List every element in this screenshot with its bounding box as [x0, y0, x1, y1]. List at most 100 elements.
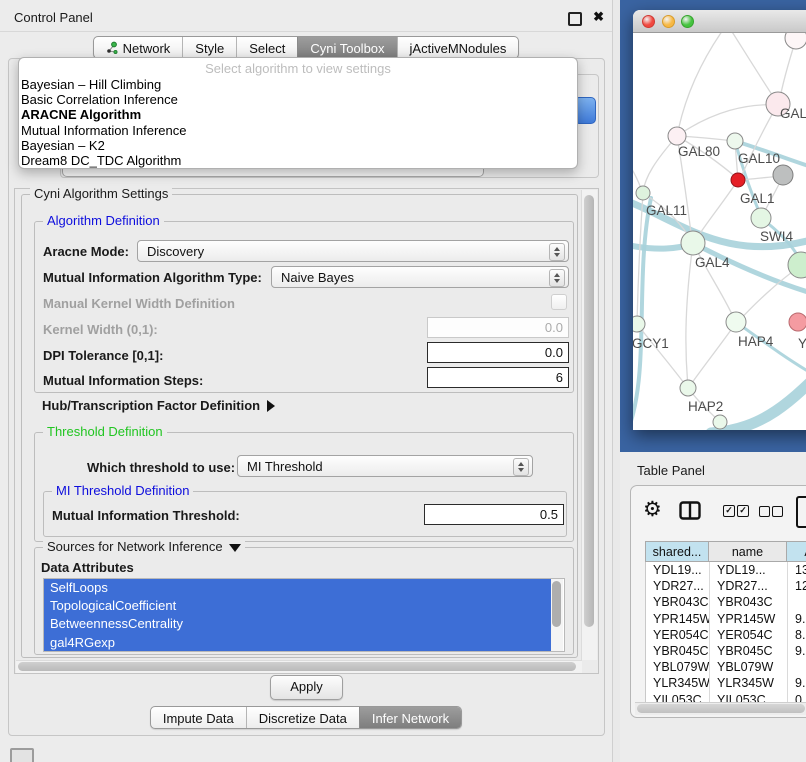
table-cell: [788, 594, 806, 610]
table-row[interactable]: YDR27...YDR27...12: [646, 578, 806, 594]
table-cell: 9.: [788, 611, 806, 627]
mi-steps-field[interactable]: [427, 367, 569, 388]
network-node-label: GAL4: [695, 255, 730, 270]
settings-vscroll-thumb[interactable]: [584, 195, 594, 627]
mi-threshold-field[interactable]: [424, 504, 564, 525]
column-header-name[interactable]: name: [709, 541, 787, 562]
tab-discretize-data[interactable]: Discretize Data: [246, 707, 359, 728]
unchecked-checkbox-icon[interactable]: [772, 506, 783, 517]
network-node[interactable]: [785, 33, 806, 49]
settings-hscroll-thumb[interactable]: [18, 662, 576, 671]
table-row[interactable]: YBR043CYBR043C: [646, 594, 806, 610]
algorithm-option-mutual-information-inference[interactable]: Mutual Information Inference: [19, 123, 577, 138]
tab-network[interactable]: Network: [94, 37, 183, 58]
table-hscroll-thumb[interactable]: [637, 704, 805, 713]
stepper-icon[interactable]: [549, 269, 565, 287]
mi-algorithm-type-label: Mutual Information Algorithm Type:: [43, 270, 262, 285]
table-cell: YDL19...: [710, 562, 788, 578]
minimize-traffic-button[interactable]: [662, 15, 675, 28]
dpi-tolerance-field[interactable]: [427, 342, 569, 363]
tab-impute-data[interactable]: Impute Data: [151, 707, 246, 728]
network-node[interactable]: [788, 252, 806, 278]
expanded-arrow-icon: [229, 544, 241, 552]
network-node-label: HAP2: [688, 399, 723, 414]
column-header-a[interactable]: A: [787, 541, 806, 562]
table-panel: Table Panel ⚙ ✓ ✓ shared...nameA YDL19..…: [620, 452, 806, 762]
mi-algorithm-type-select[interactable]: Naive Bayes: [271, 266, 569, 288]
checked-checkbox-icon[interactable]: ✓: [737, 505, 749, 517]
stepper-icon[interactable]: [513, 458, 529, 476]
network-window[interactable]: GALGAL80GAL10GAL1GAL11SWI4GAL4GCY1HAP4YH…: [633, 10, 806, 430]
sources-group: Sources for Network Inference Data Attri…: [34, 547, 574, 655]
network-node[interactable]: [668, 127, 686, 145]
stepper-icon[interactable]: [549, 243, 565, 261]
node-table: shared...nameA YDL19...YDL19...13YDR27..…: [645, 541, 806, 708]
algorithm-option-basic-correlation-inference[interactable]: Basic Correlation Inference: [19, 92, 577, 107]
zoom-traffic-button[interactable]: [681, 15, 694, 28]
table-row[interactable]: YPR145WYPR145W9.: [646, 611, 806, 627]
network-node[interactable]: [726, 312, 746, 332]
tab-style[interactable]: Style: [182, 37, 236, 58]
close-traffic-button[interactable]: [642, 15, 655, 28]
table-cell: 13: [788, 562, 806, 578]
network-node[interactable]: [751, 208, 771, 228]
float-panel-icon[interactable]: [568, 12, 582, 26]
apply-button[interactable]: Apply: [270, 675, 343, 700]
table-row[interactable]: YER054CYER054C8.: [646, 627, 806, 643]
columns-icon[interactable]: [679, 501, 701, 524]
aracne-mode-select[interactable]: Discovery: [137, 240, 569, 262]
checked-checkbox-icon[interactable]: ✓: [723, 505, 735, 517]
cyni-algorithm-settings-title: Cyni Algorithm Settings: [30, 186, 172, 201]
hub-transcription-factor-expander[interactable]: Hub/Transcription Factor Definition: [42, 398, 275, 413]
gear-icon[interactable]: ⚙: [643, 497, 662, 522]
network-node[interactable]: [727, 133, 743, 149]
table-row[interactable]: YLR345WYLR345W9.: [646, 675, 806, 691]
attribute-item-selfloops[interactable]: SelfLoops: [44, 579, 551, 597]
document-icon[interactable]: [796, 496, 806, 528]
attribute-item-betweennesscentrality[interactable]: BetweennessCentrality: [44, 615, 551, 633]
settings-horizontal-scrollbar: [16, 660, 582, 673]
network-node[interactable]: [681, 231, 705, 255]
control-panel-titlebar[interactable]: Control Panel ✖: [0, 5, 612, 32]
close-panel-icon[interactable]: ✖: [593, 9, 604, 25]
collapsed-panel-icon[interactable]: [10, 748, 34, 762]
algorithm-option-dream8-dc-tdc-algorithm[interactable]: Dream8 DC_TDC Algorithm: [19, 153, 577, 168]
network-node[interactable]: [789, 313, 806, 331]
attribute-item-topologicalcoefficient[interactable]: TopologicalCoefficient: [44, 597, 551, 615]
tab-jactivemnodules[interactable]: jActiveMNodules: [397, 37, 519, 58]
unchecked-checkbox-icon[interactable]: [759, 506, 770, 517]
table-row[interactable]: YDL19...YDL19...13: [646, 562, 806, 578]
tab-cyni-toolbox[interactable]: Cyni Toolbox: [297, 37, 396, 58]
algorithm-option-bayesian-hill-climbing[interactable]: Bayesian – Hill Climbing: [19, 77, 577, 92]
network-node[interactable]: [633, 316, 645, 332]
network-node[interactable]: [713, 415, 727, 429]
tab-label: Select: [249, 41, 285, 56]
control-panel-title: Control Panel: [14, 10, 93, 25]
network-window-titlebar[interactable]: [633, 10, 806, 33]
tab-infer-network[interactable]: Infer Network: [359, 707, 461, 728]
network-edge: [729, 33, 778, 104]
tab-select[interactable]: Select: [236, 37, 297, 58]
network-view[interactable]: GALGAL80GAL10GAL1GAL11SWI4GAL4GCY1HAP4YH…: [633, 33, 806, 430]
table-row[interactable]: YBR045CYBR045C9.: [646, 643, 806, 659]
table-cell: YLR345W: [710, 675, 788, 691]
network-node[interactable]: [680, 380, 696, 396]
algorithm-option-bayesian-k2[interactable]: Bayesian – K2: [19, 138, 577, 153]
table-row[interactable]: YBL079WYBL079W: [646, 659, 806, 675]
column-header-shared[interactable]: shared...: [645, 541, 709, 562]
table-cell: YER054C: [646, 627, 710, 643]
which-threshold-select[interactable]: MI Threshold: [237, 455, 533, 477]
collapsed-arrow-icon[interactable]: [267, 400, 275, 412]
table-cell: 8.: [788, 627, 806, 643]
data-attributes-label: Data Attributes: [41, 560, 134, 575]
table-cell: YBL079W: [646, 659, 710, 675]
attributes-list-scroll-thumb[interactable]: [552, 581, 561, 627]
attribute-item-gal4rgexp[interactable]: gal4RGexp: [44, 634, 551, 652]
sources-group-title: Sources for Network Inference: [43, 539, 245, 554]
network-edge: [633, 198, 651, 421]
network-node[interactable]: [731, 173, 745, 187]
algorithm-option-aracne-algorithm[interactable]: ARACNE Algorithm: [19, 107, 577, 122]
table-cell: [788, 659, 806, 675]
network-node[interactable]: [636, 186, 650, 200]
network-node[interactable]: [773, 165, 793, 185]
